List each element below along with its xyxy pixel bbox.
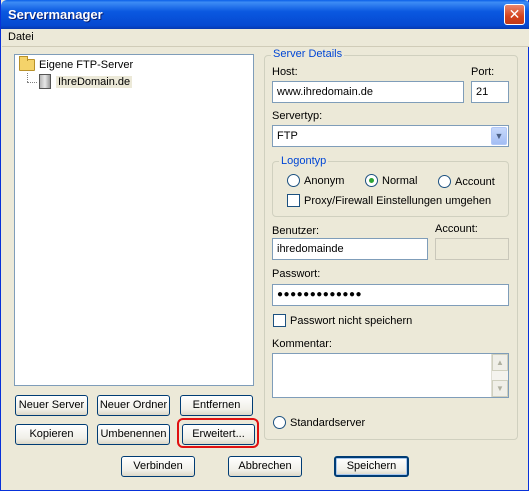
- tree-root-label: Eigene FTP-Server: [39, 59, 134, 71]
- new-server-button[interactable]: Neuer Server: [15, 395, 88, 416]
- close-icon: ✕: [508, 6, 521, 22]
- host-label: Host:: [272, 66, 298, 78]
- logon-type-legend: Logontyp: [279, 155, 329, 167]
- logon-normal-option[interactable]: Normal: [365, 174, 417, 187]
- default-server-label: Standardserver: [290, 416, 366, 429]
- folder-icon: [19, 56, 35, 71]
- close-button[interactable]: ✕: [504, 4, 525, 25]
- account-input: [435, 238, 509, 260]
- scroll-up-icon[interactable]: ▲: [492, 354, 508, 371]
- default-server-option[interactable]: Standardserver: [273, 416, 365, 429]
- radio-normal[interactable]: [365, 174, 378, 187]
- remove-button[interactable]: Entfernen: [180, 395, 253, 416]
- rename-button[interactable]: Umbenennen: [97, 424, 170, 445]
- logon-anon-option[interactable]: Anonym: [287, 174, 344, 187]
- menu-item-file[interactable]: Datei: [8, 31, 34, 43]
- password-label: Passwort:: [272, 268, 321, 280]
- servertype-value: FTP: [277, 130, 298, 142]
- servertype-select[interactable]: FTP ▼: [272, 125, 509, 147]
- save-button[interactable]: Speichern: [334, 456, 409, 477]
- comment-scrollbar[interactable]: ▲ ▼: [491, 354, 508, 397]
- proxy-bypass-checkbox[interactable]: [287, 194, 300, 207]
- tree-connector: [27, 73, 28, 82]
- window-title: Servermanager: [8, 7, 103, 22]
- logon-anon-label: Anonym: [304, 174, 345, 187]
- tree-item-label: IhreDomain.de: [56, 75, 133, 88]
- server-tree[interactable]: Eigene FTP-Server IhreDomain.de: [14, 54, 254, 386]
- no-save-password-checkbox[interactable]: [273, 314, 286, 327]
- comment-label: Kommentar:: [272, 338, 332, 350]
- tree-root-item[interactable]: Eigene FTP-Server: [19, 56, 134, 71]
- host-input[interactable]: www.ihredomain.de: [272, 81, 464, 103]
- password-input[interactable]: ●●●●●●●●●●●●●: [272, 284, 509, 306]
- server-details-legend: Server Details: [271, 48, 345, 60]
- menu-bar: Datei: [2, 29, 529, 47]
- user-label: Benutzer:: [272, 225, 320, 237]
- new-folder-button[interactable]: Neuer Ordner: [97, 395, 170, 416]
- servertype-label: Servertyp:: [272, 110, 323, 122]
- port-input[interactable]: 21: [471, 81, 509, 103]
- logon-normal-label: Normal: [382, 174, 418, 187]
- scroll-down-icon[interactable]: ▼: [492, 380, 508, 397]
- cancel-button[interactable]: Abbrechen: [228, 456, 302, 477]
- comment-textarea[interactable]: ▲ ▼: [272, 353, 509, 398]
- radio-account[interactable]: [438, 175, 451, 188]
- title-bar[interactable]: Servermanager ✕: [1, 0, 529, 29]
- proxy-bypass-option[interactable]: Proxy/Firewall Einstellungen umgehen: [287, 194, 491, 207]
- no-save-password-option[interactable]: Passwort nicht speichern: [273, 314, 412, 327]
- tree-connector: [27, 82, 37, 83]
- radio-default-server[interactable]: [273, 416, 286, 429]
- proxy-bypass-label: Proxy/Firewall Einstellungen umgehen: [304, 194, 492, 207]
- user-input[interactable]: ihredomainde: [272, 238, 428, 260]
- server-icon: [39, 74, 51, 89]
- highlight-annotation: [177, 418, 259, 448]
- copy-button[interactable]: Kopieren: [15, 424, 88, 445]
- tree-item-server[interactable]: IhreDomain.de: [39, 74, 133, 89]
- logon-account-label: Account: [455, 175, 495, 188]
- radio-anon[interactable]: [287, 174, 300, 187]
- servermanager-window: Servermanager ✕ Datei Eigene FTP-Server …: [0, 0, 529, 491]
- logon-account-option[interactable]: Account: [438, 175, 495, 188]
- no-save-password-label: Passwort nicht speichern: [290, 314, 413, 327]
- chevron-down-icon[interactable]: ▼: [491, 127, 507, 145]
- port-label: Port:: [471, 66, 495, 78]
- logon-type-group: [272, 161, 509, 217]
- connect-button[interactable]: Verbinden: [121, 456, 195, 477]
- account-label: Account:: [435, 223, 478, 235]
